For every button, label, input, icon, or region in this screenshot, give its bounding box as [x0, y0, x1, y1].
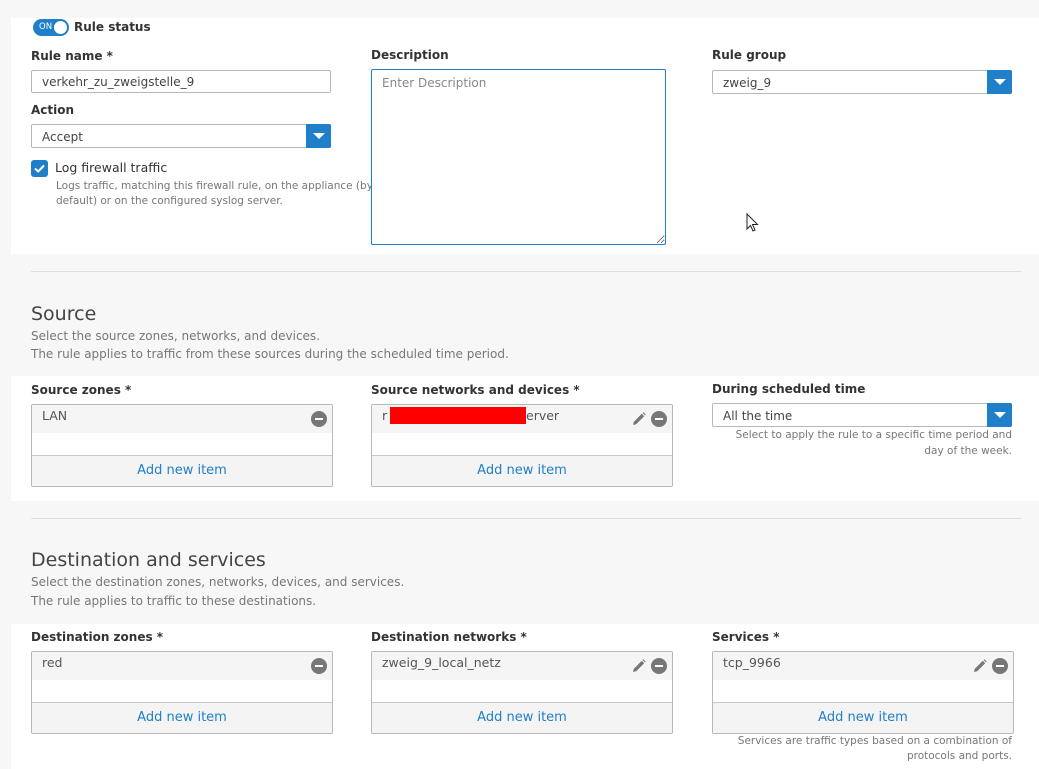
schedule-select[interactable]: All the time — [712, 403, 1012, 427]
source-zones-list: LAN Add new item — [31, 404, 333, 487]
destination-section-title: Destination and services — [31, 549, 266, 571]
schedule-label: During scheduled time — [712, 382, 866, 396]
description-label: Description — [371, 48, 449, 62]
description-textarea[interactable] — [371, 69, 666, 245]
list-item-text: LAN — [42, 408, 68, 423]
checkmark-icon — [34, 164, 45, 173]
remove-icon[interactable] — [311, 658, 327, 674]
remove-icon[interactable] — [651, 658, 667, 674]
action-label: Action — [31, 103, 75, 117]
source-networks-label: Source networks and devices * — [371, 383, 580, 397]
log-hint-line1: Logs traffic, matching this firewall rul… — [56, 180, 373, 192]
list-item: LAN — [32, 405, 332, 433]
toggle-on-text: ON — [39, 22, 53, 32]
redaction-block — [390, 407, 526, 424]
rule-status-toggle[interactable]: ON — [33, 19, 69, 36]
schedule-hint-line2: day of the week. — [924, 445, 1012, 457]
source-zones-label: Source zones * — [31, 383, 132, 397]
list-item-text: red — [42, 655, 63, 670]
section-divider — [31, 271, 1021, 272]
destination-zones-list: red Add new item — [31, 651, 333, 734]
chevron-down-icon[interactable] — [987, 403, 1012, 427]
services-list: tcp_9966 Add new item — [712, 651, 1014, 734]
services-hint-line1: Services are traffic types based on a co… — [737, 735, 1012, 747]
mouse-pointer-icon — [746, 213, 759, 232]
rule-status-label: Rule status — [74, 20, 151, 34]
services-hint-line2: protocols and ports. — [906, 750, 1012, 762]
source-networks-list: r erver Add new item — [371, 404, 673, 487]
pencil-icon[interactable] — [972, 658, 988, 674]
add-new-item-button[interactable]: Add new item — [372, 455, 672, 486]
rule-group-select[interactable]: zweig_9 — [712, 70, 1012, 94]
add-new-item-button[interactable]: Add new item — [32, 455, 332, 486]
remove-icon[interactable] — [992, 658, 1008, 674]
list-item: tcp_9966 — [713, 652, 1013, 680]
toggle-knob — [54, 21, 67, 34]
destination-zones-label: Destination zones * — [31, 630, 164, 644]
rule-name-label: Rule name * — [31, 49, 113, 63]
action-value: Accept — [42, 130, 83, 144]
add-new-item-button[interactable]: Add new item — [372, 702, 672, 733]
chevron-down-icon[interactable] — [987, 70, 1012, 94]
list-item-text: zweig_9_local_netz — [382, 655, 501, 670]
rule-group-label: Rule group — [712, 48, 787, 62]
destination-networks-list: zweig_9_local_netz Add new item — [371, 651, 673, 734]
pencil-icon[interactable] — [631, 411, 647, 427]
add-new-item-button[interactable]: Add new item — [713, 702, 1013, 733]
remove-icon[interactable] — [651, 411, 667, 427]
section-divider — [31, 518, 1021, 519]
schedule-hint-line1: Select to apply the rule to a specific t… — [735, 429, 1012, 441]
log-traffic-checkbox[interactable] — [31, 160, 48, 177]
source-desc-line1: Select the source zones, networks, and d… — [31, 329, 321, 343]
destination-networks-label: Destination networks * — [371, 630, 527, 644]
list-item-text: tcp_9966 — [723, 655, 781, 670]
list-item-text-end: erver — [526, 408, 560, 423]
action-select[interactable]: Accept — [31, 124, 331, 148]
destination-desc-line2: The rule applies to traffic to these des… — [31, 594, 317, 608]
source-section-title: Source — [31, 303, 97, 325]
schedule-value: All the time — [723, 409, 793, 423]
list-item: r erver — [372, 405, 672, 433]
remove-icon[interactable] — [311, 411, 327, 427]
list-item-text-start: r — [382, 408, 388, 423]
chevron-down-icon[interactable] — [306, 124, 331, 148]
log-traffic-label: Log firewall traffic — [55, 160, 168, 175]
services-label: Services * — [712, 630, 780, 644]
pencil-icon[interactable] — [631, 658, 647, 674]
destination-desc-line1: Select the destination zones, networks, … — [31, 575, 405, 589]
list-item: zweig_9_local_netz — [372, 652, 672, 680]
log-hint-line2: default) or on the configured syslog ser… — [56, 195, 283, 207]
add-new-item-button[interactable]: Add new item — [32, 702, 332, 733]
rule-group-value: zweig_9 — [723, 76, 772, 90]
list-item: red — [32, 652, 332, 680]
source-desc-line2: The rule applies to traffic from these s… — [31, 347, 509, 361]
rule-name-input[interactable]: verkehr_zu_zweigstelle_9 — [31, 70, 331, 93]
